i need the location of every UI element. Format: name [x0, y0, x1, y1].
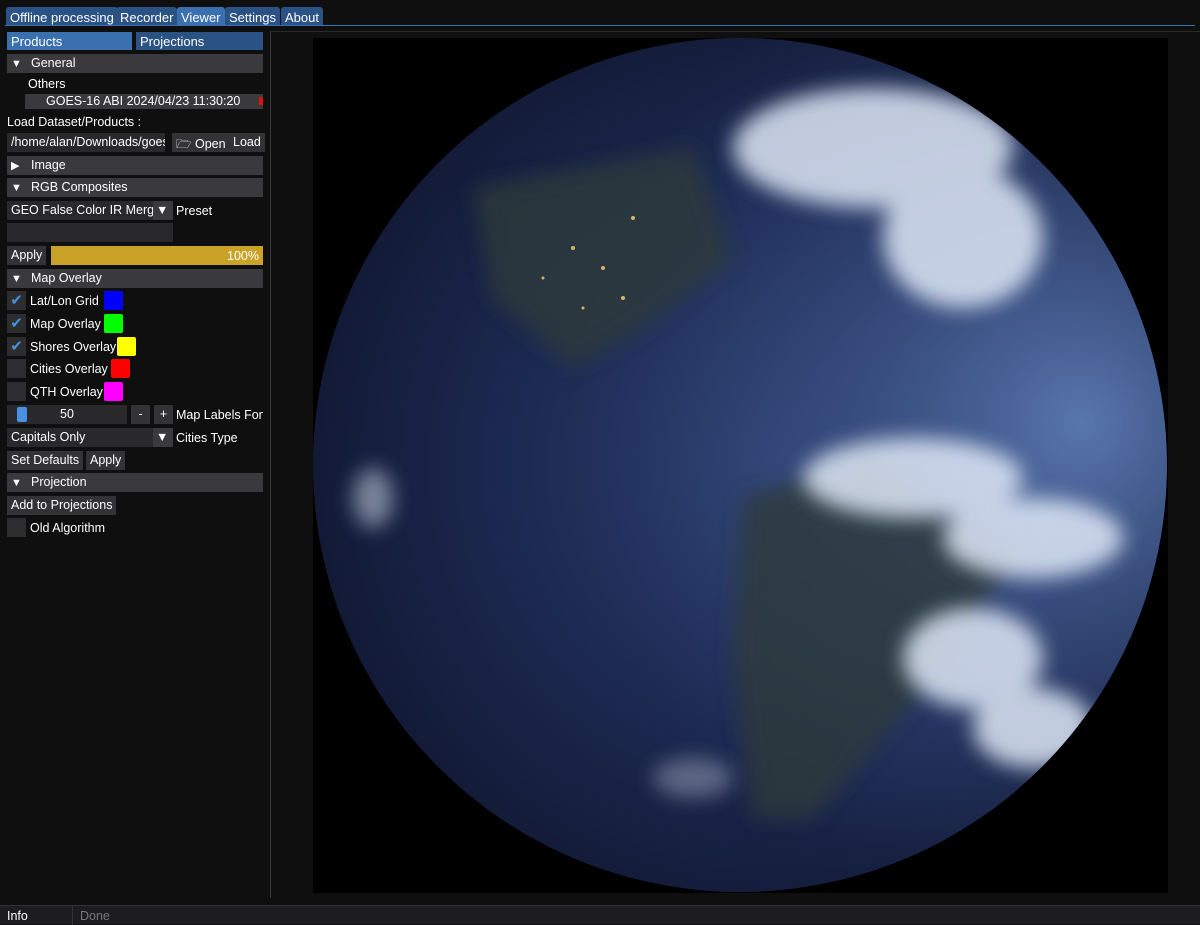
rgb-apply-button[interactable]: Apply — [7, 246, 47, 265]
tab-projections[interactable]: Projections — [136, 32, 263, 50]
tab-about[interactable]: About — [281, 7, 323, 26]
rgb-header[interactable]: ▼ RGB Composites — [7, 178, 263, 197]
chevron-down-icon[interactable]: ▼ — [153, 201, 173, 220]
old-algorithm-checkbox[interactable] — [7, 518, 26, 537]
progress-bar: 100% — [51, 246, 263, 265]
preset-select[interactable]: GEO False Color IR Merge — [7, 201, 153, 220]
tab-divider — [5, 25, 1195, 26]
slider-value: 50 — [60, 407, 74, 421]
open-label: Open — [195, 137, 226, 151]
header-label: Projection — [31, 475, 87, 489]
collapsed-triangle-icon: ▶ — [11, 160, 20, 172]
open-button[interactable]: 🗁 Open — [172, 133, 230, 152]
cities-type-select[interactable]: Capitals Only — [7, 428, 153, 447]
color-swatch[interactable] — [104, 382, 123, 402]
tab-settings[interactable]: Settings — [225, 7, 280, 26]
increment-button[interactable]: + — [154, 405, 173, 424]
folder-icon: 🗁 — [176, 137, 192, 151]
preset-label: Preset — [176, 204, 213, 218]
composite-input[interactable] — [7, 223, 173, 242]
font-label: Map Labels Font — [176, 408, 263, 422]
overlay-checkbox[interactable] — [7, 359, 26, 379]
progress-text: 100% — [227, 249, 259, 263]
overlay-label: Map Overlay — [30, 316, 101, 331]
overlay-apply-button[interactable]: Apply — [86, 451, 126, 470]
group-label: Others — [28, 77, 66, 91]
earth-image[interactable] — [313, 38, 1168, 893]
header-label: General — [31, 56, 76, 70]
overlay-label: Shores Overlay — [30, 339, 117, 354]
path-input[interactable]: /home/alan/Downloads/goes — [7, 133, 165, 152]
expanded-triangle-icon: ▼ — [11, 273, 22, 285]
map-overlay-header[interactable]: ▼ Map Overlay — [7, 269, 263, 288]
earth-disk — [313, 38, 1167, 892]
header-label: RGB Composites — [31, 180, 128, 194]
overlay-checkbox[interactable]: ✔ — [7, 291, 26, 310]
overlay-checkbox[interactable]: ✔ — [7, 313, 26, 333]
overlay-checkbox[interactable] — [7, 382, 26, 402]
check-icon: ✔ — [10, 337, 23, 355]
image-header[interactable]: ▶ Image — [7, 156, 263, 175]
status-label: Info — [7, 909, 28, 923]
expanded-triangle-icon: ▼ — [11, 58, 22, 70]
color-swatch[interactable] — [117, 336, 136, 356]
close-marker-icon[interactable] — [259, 97, 263, 105]
expanded-triangle-icon: ▼ — [11, 477, 22, 489]
status-bar: Info Done — [0, 905, 1200, 925]
set-defaults-button[interactable]: Set Defaults — [7, 451, 84, 470]
font-size-slider[interactable]: 50 — [7, 405, 127, 424]
load-label: Load Dataset/Products : — [7, 115, 142, 129]
overlay-label: Lat/Lon Grid — [30, 294, 99, 308]
overlay-checkbox[interactable]: ✔ — [7, 336, 26, 356]
check-icon: ✔ — [10, 292, 23, 309]
decrement-button[interactable]: - — [131, 405, 150, 424]
projection-header[interactable]: ▼ Projection — [7, 473, 263, 492]
tab-offline-processing[interactable]: Offline processing — [6, 7, 118, 26]
header-label: Image — [31, 158, 66, 172]
old-algorithm-label: Old Algorithm — [30, 521, 106, 535]
product-item[interactable]: GOES-16 ABI 2024/04/23 11:30:20 — [25, 94, 263, 109]
color-swatch[interactable] — [104, 313, 123, 333]
color-swatch[interactable] — [111, 359, 130, 379]
status-text: Done — [80, 909, 110, 923]
add-to-projections-button[interactable]: Add to Projections — [7, 496, 117, 515]
cities-type-label: Cities Type — [176, 431, 238, 445]
tab-viewer[interactable]: Viewer — [177, 7, 225, 26]
color-swatch[interactable] — [104, 291, 123, 310]
status-divider — [72, 906, 73, 925]
tab-products[interactable]: Products — [7, 32, 132, 50]
chevron-down-icon[interactable]: ▼ — [153, 428, 173, 447]
slider-handle[interactable] — [17, 407, 27, 422]
check-icon: ✔ — [10, 314, 23, 332]
overlay-label: QTH Overlay — [30, 385, 103, 400]
product-label: GOES-16 ABI 2024/04/23 11:30:20 — [46, 94, 241, 108]
overlay-label: Cities Overlay — [30, 362, 108, 377]
expanded-triangle-icon: ▼ — [11, 182, 22, 194]
header-label: Map Overlay — [31, 271, 102, 285]
general-header[interactable]: ▼ General — [7, 54, 263, 73]
load-button[interactable]: Load — [229, 133, 265, 152]
tab-recorder[interactable]: Recorder — [116, 7, 178, 26]
